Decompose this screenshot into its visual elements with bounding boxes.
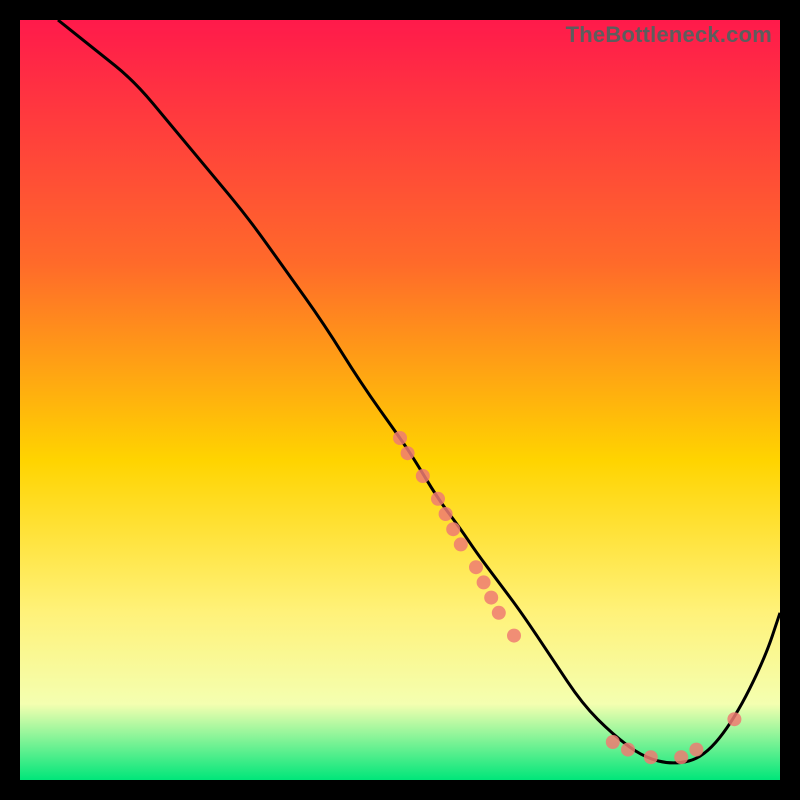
curve-marker: [454, 537, 468, 551]
curve-marker: [446, 522, 460, 536]
curve-marker: [674, 750, 688, 764]
curve-marker: [469, 560, 483, 574]
curve-marker: [606, 735, 620, 749]
bottleneck-curve: [58, 20, 780, 763]
curve-marker: [431, 492, 445, 506]
watermark-text: TheBottleneck.com: [566, 22, 772, 48]
curve-marker: [416, 469, 430, 483]
curve-marker: [484, 591, 498, 605]
curve-marker: [492, 606, 506, 620]
curve-marker: [644, 750, 658, 764]
curve-marker: [621, 743, 635, 757]
curve-marker: [439, 507, 453, 521]
curve-marker: [507, 629, 521, 643]
chart-frame: TheBottleneck.com: [20, 20, 780, 780]
curve-marker: [401, 446, 415, 460]
curve-layer: [20, 20, 780, 780]
curve-marker: [727, 712, 741, 726]
curve-marker: [393, 431, 407, 445]
plot-area: TheBottleneck.com: [20, 20, 780, 780]
curve-marker: [689, 743, 703, 757]
curve-markers: [393, 431, 741, 764]
curve-marker: [477, 575, 491, 589]
